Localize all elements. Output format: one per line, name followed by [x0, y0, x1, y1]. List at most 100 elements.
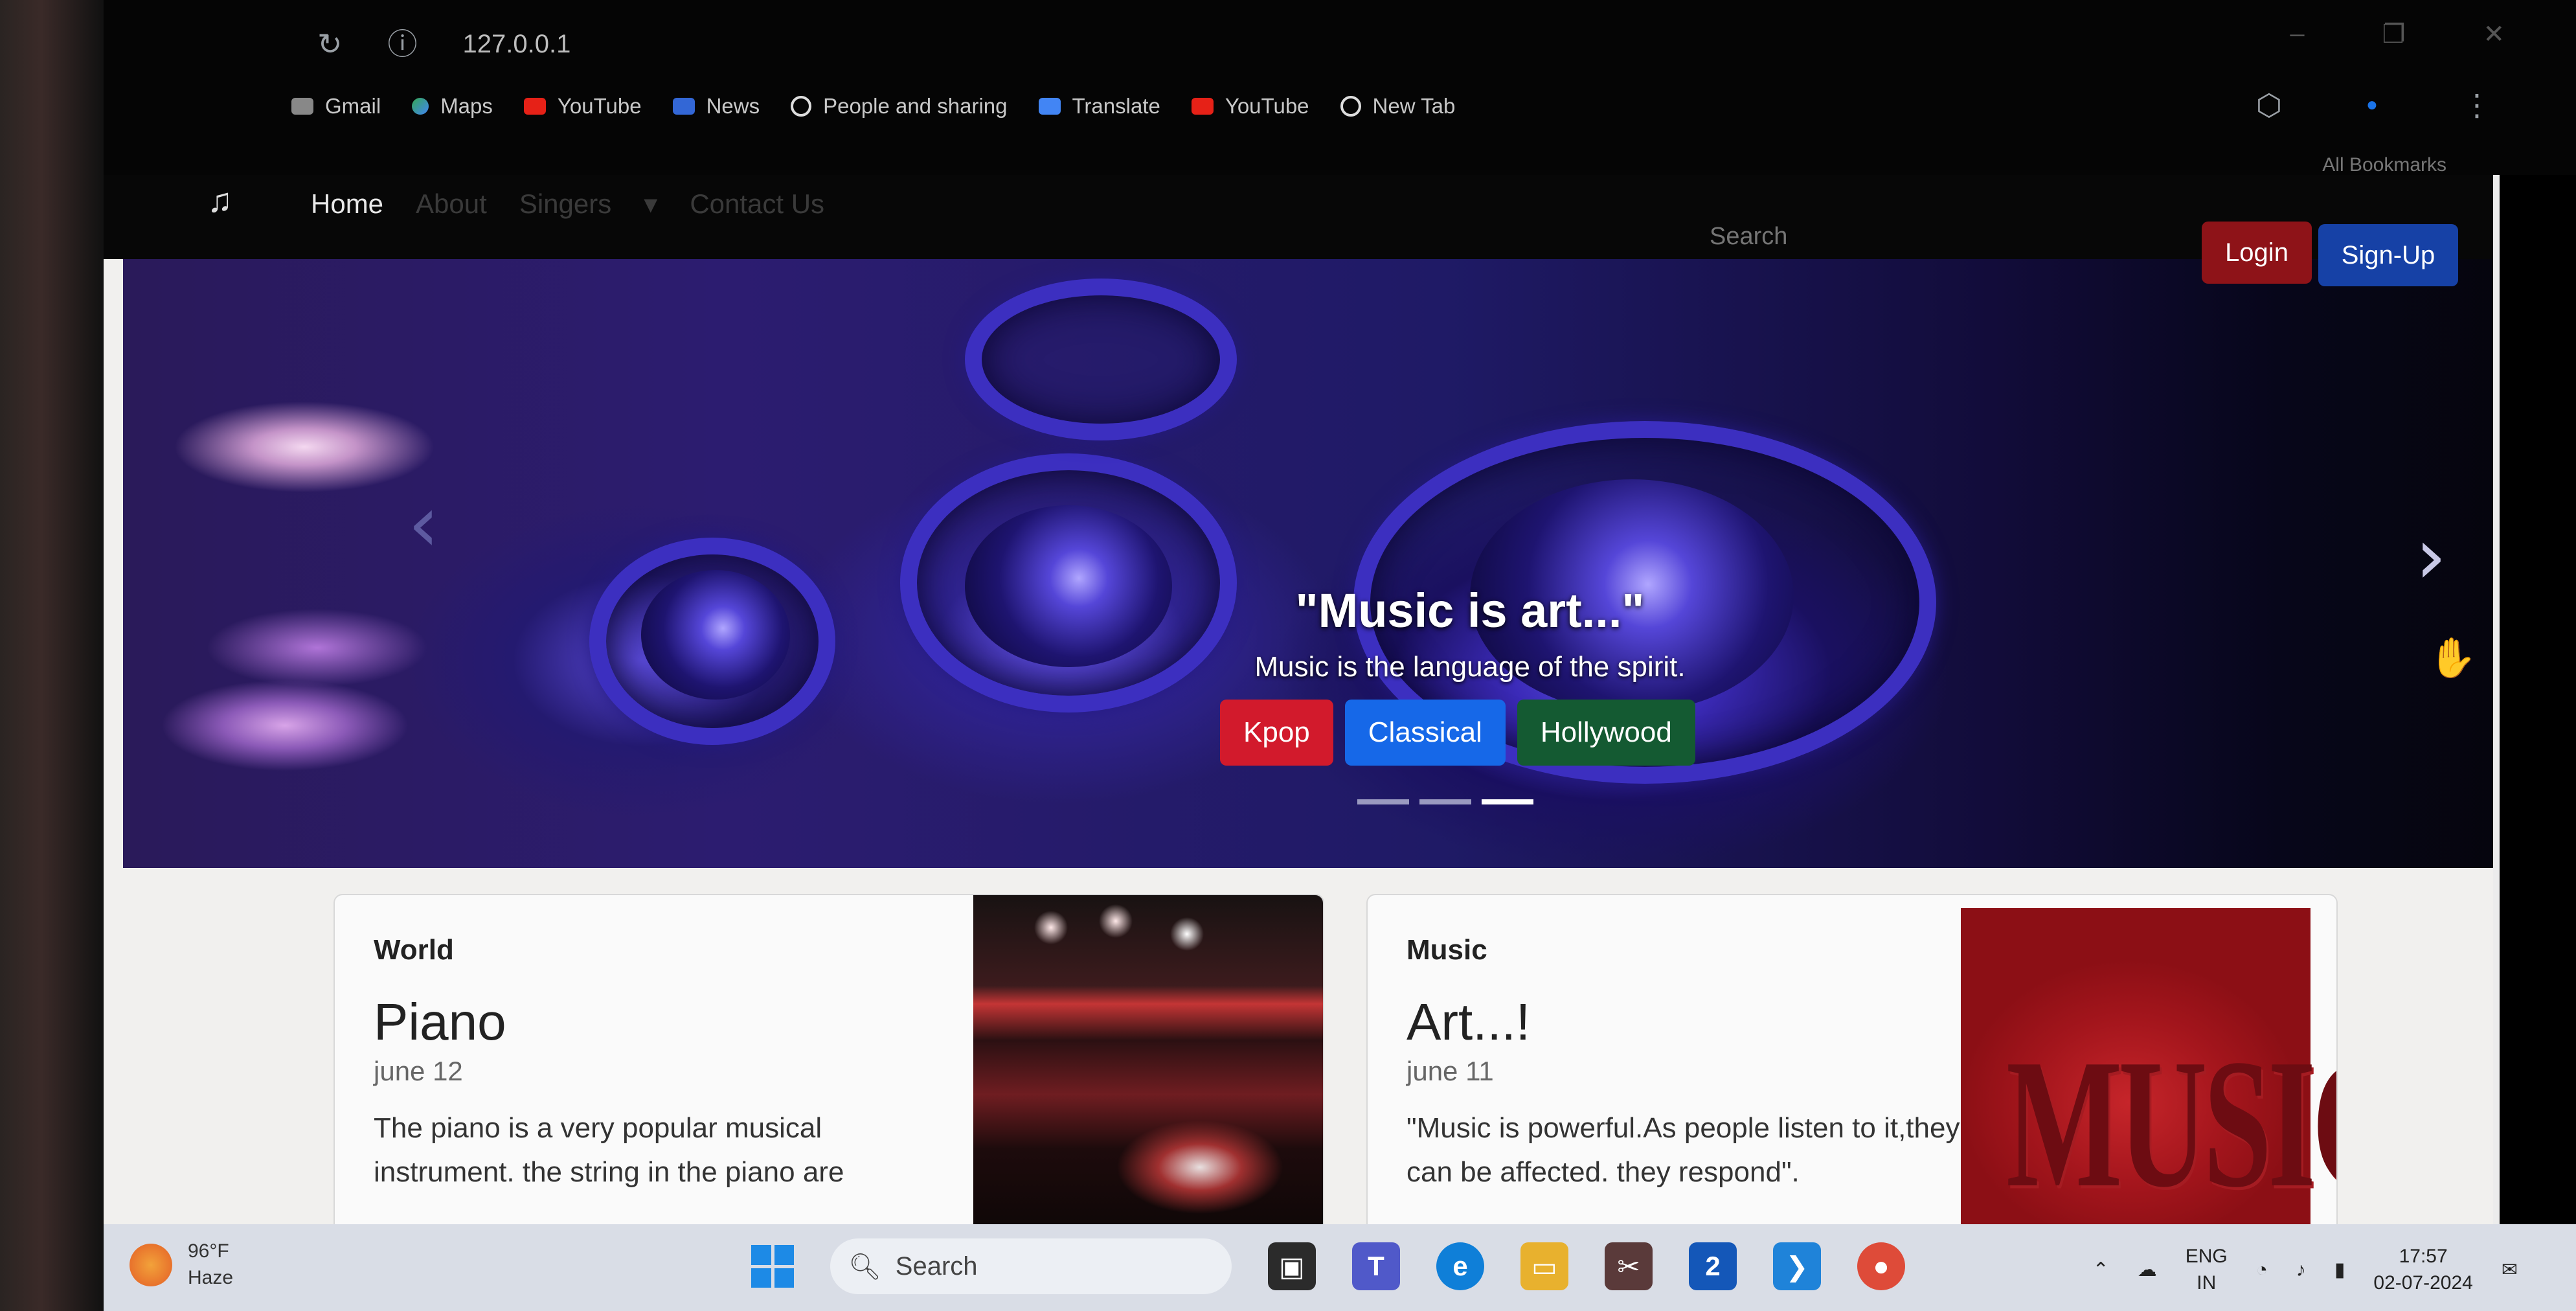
chevron-up-icon[interactable]: ⌃ — [2093, 1259, 2109, 1281]
language-indicator[interactable]: ENG IN — [2186, 1244, 2228, 1296]
vscode-icon[interactable]: ❯ — [1773, 1242, 1821, 1290]
bookmark-maps[interactable]: Maps — [412, 94, 493, 119]
web-page: ‹ › "Music is art..." Music is the langu… — [104, 175, 2500, 1224]
bookmark-label: People and sharing — [823, 94, 1008, 118]
slide-indicator-3[interactable] — [1482, 799, 1533, 804]
speaker-cone-graphic — [641, 570, 790, 700]
nav-singers[interactable]: Singers — [519, 188, 611, 220]
speaker-graphic — [965, 279, 1237, 440]
music-image-text: MUSIC — [2006, 1022, 2336, 1224]
slide-indicator-1[interactable] — [1357, 799, 1409, 804]
snipping-tool-icon[interactable]: ✂ — [1605, 1242, 1653, 1290]
search-input[interactable] — [1710, 214, 2163, 259]
slide-indicator-2[interactable] — [1419, 799, 1471, 804]
card-title: Art...! — [1407, 993, 1531, 1051]
teams-icon[interactable]: T — [1352, 1242, 1400, 1290]
bookmark-youtube-2[interactable]: YouTube — [1191, 94, 1309, 119]
bookmark-label: YouTube — [557, 94, 642, 118]
bookmark-label: YouTube — [1225, 94, 1309, 118]
bookmark-new-tab[interactable]: New Tab — [1340, 94, 1456, 119]
url-text[interactable]: 127.0.0.1 — [463, 30, 571, 59]
bookmark-translate[interactable]: Translate — [1038, 94, 1160, 119]
restore-icon[interactable]: ❐ — [2382, 19, 2406, 49]
minimize-icon[interactable]: – — [2290, 19, 2304, 49]
extensions-icon[interactable]: ⬡ — [2256, 87, 2282, 122]
globe-icon — [1340, 96, 1361, 117]
carousel-prev-button[interactable]: ‹ — [408, 479, 439, 569]
card-date: june 11 — [1407, 1056, 1494, 1086]
taskbar-search-label: Search — [895, 1251, 978, 1281]
search-icon: 🔍︎ — [848, 1252, 881, 1281]
browser-chrome: ↻ ⓘ 127.0.0.1 – ❐ ✕ ⬡ ● ⋮ Gmail Maps You… — [104, 0, 2576, 176]
bookmark-youtube[interactable]: YouTube — [523, 94, 642, 119]
wifi-icon[interactable]: ◔ — [2256, 1259, 2268, 1281]
music-note-icon[interactable]: ♫ — [207, 181, 232, 220]
card-title: Piano — [374, 993, 506, 1051]
carousel-caption: "Music is art..." Music is the language … — [771, 583, 2169, 683]
carousel-title: "Music is art..." — [1295, 584, 1645, 637]
carousel-next-button[interactable]: › — [2415, 512, 2446, 602]
article-card[interactable]: World Piano june 12 The piano is a very … — [333, 894, 1324, 1224]
taskbar: 96°F Haze 🔍︎ Search ▣ T e ▭ ✂ 2 ❯ ● ⌃ ☁ … — [104, 1224, 2576, 1311]
weather-widget[interactable]: 96°F Haze — [130, 1238, 233, 1291]
bookmark-news[interactable]: News — [672, 94, 760, 119]
profile-icon[interactable]: ● — [2366, 94, 2378, 116]
all-bookmarks-link[interactable]: All Bookmarks — [2322, 154, 2446, 176]
edge-icon[interactable]: e — [1436, 1242, 1484, 1290]
card-body: World Piano june 12 The piano is a very … — [374, 934, 956, 1194]
card-category: Music — [1407, 934, 1487, 966]
volume-icon[interactable]: ♪ — [2296, 1259, 2306, 1281]
bookmark-label: New Tab — [1372, 94, 1456, 118]
language-code: ENG — [2185, 1246, 2228, 1267]
youtube-icon — [523, 98, 546, 115]
windows-start-icon[interactable] — [751, 1245, 794, 1288]
nav-contact[interactable]: Contact Us — [690, 188, 824, 220]
bookmark-label: News — [706, 94, 760, 118]
notifications-icon[interactable]: ✉ — [2502, 1259, 2518, 1281]
weather-text: 96°F Haze — [188, 1238, 233, 1291]
carousel-indicators — [1357, 799, 1533, 804]
bookmark-label: Gmail — [325, 94, 381, 118]
navbar: ♫ Home About Singers ▾ Contact Us — [104, 175, 2500, 259]
article-card[interactable]: Music Art...! june 11 "Music is powerful… — [1366, 894, 2338, 1224]
kpop-button[interactable]: Kpop — [1220, 700, 1333, 766]
device-bezel — [0, 0, 104, 1311]
lens-app-icon[interactable]: 2 — [1689, 1242, 1737, 1290]
file-explorer-icon[interactable]: ▭ — [1520, 1242, 1568, 1290]
genre-buttons: Kpop Classical Hollywood — [1220, 700, 1695, 766]
chrome-icon[interactable]: ● — [1857, 1242, 1905, 1290]
login-button[interactable]: Login — [2202, 222, 2312, 284]
clock[interactable]: 17:57 02-07-2024 — [2373, 1244, 2472, 1296]
classical-button[interactable]: Classical — [1344, 700, 1506, 766]
onedrive-icon[interactable]: ☁ — [2138, 1259, 2157, 1281]
signup-button[interactable]: Sign-Up — [2318, 224, 2458, 286]
bookmark-gmail[interactable]: Gmail — [291, 94, 381, 119]
nav-about[interactable]: About — [416, 188, 487, 220]
bookmark-people-sharing[interactable]: People and sharing — [791, 94, 1008, 119]
app-badge: 2 — [1705, 1251, 1721, 1281]
page-scrollbar[interactable] — [2493, 175, 2500, 1224]
maps-icon — [412, 98, 429, 115]
music-image: MUSIC — [1961, 908, 2336, 1224]
close-icon[interactable]: ✕ — [2483, 19, 2505, 49]
chevron-down-icon[interactable]: ▾ — [644, 188, 657, 220]
reload-icon[interactable]: ↻ — [317, 29, 343, 59]
card-text: "Music is powerful.As people listen to i… — [1407, 1112, 1960, 1189]
taskbar-search[interactable]: 🔍︎ Search — [830, 1238, 1232, 1294]
hero-carousel: ‹ › "Music is art..." Music is the langu… — [123, 259, 2500, 868]
news-icon — [672, 98, 695, 115]
card-category: World — [374, 934, 454, 966]
nav-links: Home About Singers ▾ Contact Us — [311, 188, 824, 220]
site-info-icon[interactable]: ⓘ — [388, 29, 418, 59]
hollywood-button[interactable]: Hollywood — [1517, 700, 1695, 766]
taskbar-apps: 🔍︎ Search ▣ T e ▭ ✂ 2 ❯ ● — [751, 1238, 1905, 1294]
bookmark-label: Maps — [440, 94, 493, 118]
battery-icon[interactable]: ▮ — [2334, 1259, 2345, 1281]
task-view-icon[interactable]: ▣ — [1268, 1242, 1316, 1290]
google-icon — [791, 96, 812, 117]
nav-home[interactable]: Home — [311, 188, 383, 220]
temperature: 96°F — [188, 1240, 229, 1262]
browser-toolbar-icons: ⬡ ● ⋮ — [2256, 87, 2492, 122]
menu-icon[interactable]: ⋮ — [2462, 87, 2492, 122]
screen: ↻ ⓘ 127.0.0.1 – ❐ ✕ ⬡ ● ⋮ Gmail Maps You… — [104, 0, 2576, 1311]
